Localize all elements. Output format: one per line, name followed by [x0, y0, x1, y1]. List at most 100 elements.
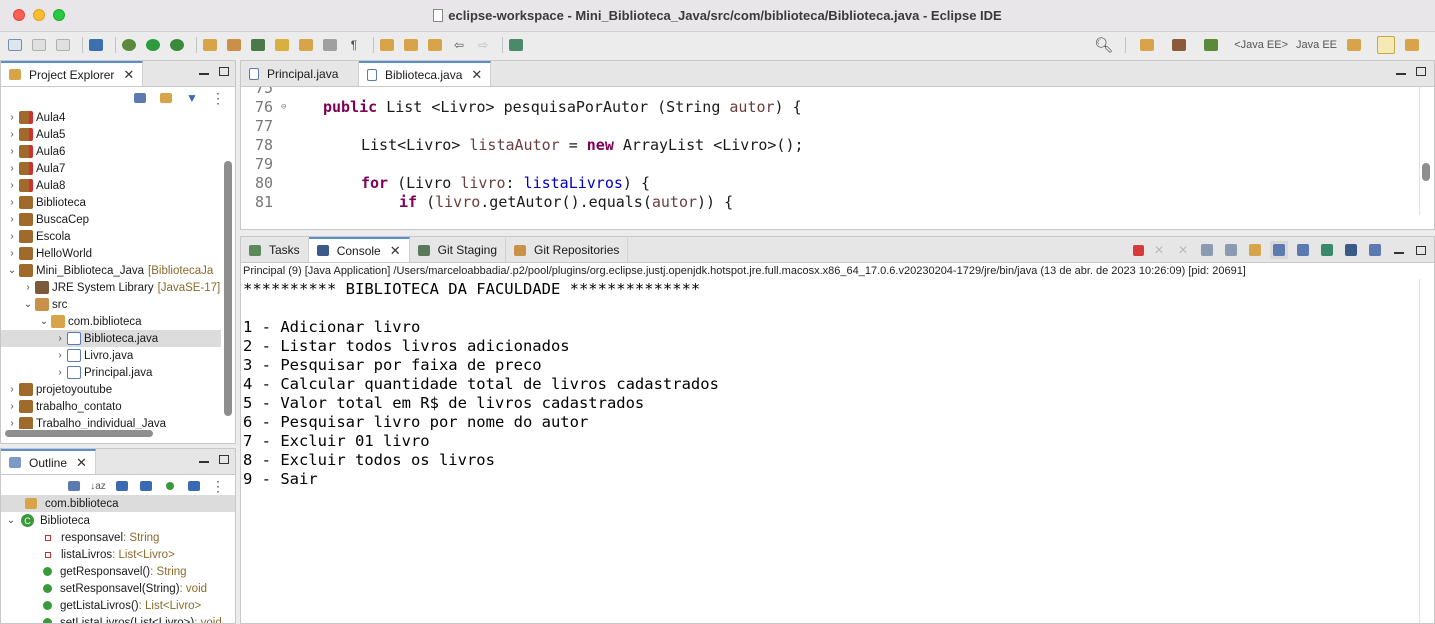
chevron-right-icon[interactable]: › — [5, 248, 19, 259]
tree-item[interactable]: › Principal.java — [1, 364, 221, 381]
chevron-down-icon[interactable]: ⌄ — [5, 265, 19, 276]
tree-item[interactable]: › Aula5 — [1, 126, 221, 143]
outline-member[interactable]: getListaLivros() : List<Livro> — [1, 597, 235, 614]
chevron-right-icon[interactable]: › — [53, 367, 67, 378]
tree-item[interactable]: › projetoyoutube — [1, 381, 221, 398]
chevron-right-icon[interactable]: › — [21, 282, 35, 293]
code-editor[interactable]: 75 76 ⊖ public List <Livro> pesquisaPorAuto… — [241, 87, 1434, 229]
perspective-java-ee-bracket[interactable]: <Java EE> — [1234, 39, 1288, 51]
clear-console-icon[interactable] — [1222, 241, 1240, 259]
close-icon[interactable]: ✕ — [123, 67, 134, 83]
chevron-right-icon[interactable]: › — [5, 214, 19, 225]
next-annotation-icon[interactable] — [378, 36, 396, 54]
chevron-right-icon[interactable]: › — [5, 146, 19, 157]
chevron-right-icon[interactable]: › — [5, 401, 19, 412]
tab-outline[interactable]: Outline ✕ — [1, 449, 96, 474]
tab-project-explorer[interactable]: Project Explorer ✕ — [1, 61, 144, 86]
chevron-right-icon[interactable]: › — [5, 231, 19, 242]
show-stdout-icon[interactable] — [1270, 241, 1288, 259]
minimize-view-icon[interactable] — [1394, 252, 1404, 254]
outline-package-row[interactable]: com.biblioteca — [1, 495, 235, 512]
open-task-icon[interactable] — [225, 36, 243, 54]
outline-member[interactable]: setResponsavel(String) : void — [1, 580, 235, 597]
search-icon[interactable]: 🔍︎ — [1094, 36, 1113, 54]
tree-item[interactable]: › Livro.java — [1, 347, 221, 364]
bottom-tab[interactable]: Git Repositories — [506, 238, 629, 262]
collapse-all-icon[interactable] — [65, 477, 83, 495]
chevron-right-icon[interactable]: › — [5, 418, 19, 429]
last-edit-icon[interactable] — [426, 36, 444, 54]
tree-item[interactable]: › Biblioteca — [1, 194, 221, 211]
tree-item[interactable]: › JRE System Library [JavaSE-17] — [1, 279, 221, 296]
chevron-right-icon[interactable]: › — [5, 180, 19, 191]
close-icon[interactable]: ✕ — [390, 243, 401, 259]
maximize-view-icon[interactable] — [219, 67, 229, 76]
close-icon[interactable]: ✕ — [471, 67, 482, 83]
chevron-down-icon[interactable]: ⌄ — [21, 299, 35, 310]
chevron-right-icon[interactable]: › — [5, 112, 19, 123]
paragraph-icon[interactable]: ¶ — [345, 36, 363, 54]
view-menu-icon[interactable]: ⋮ — [209, 477, 227, 495]
java-perspective-icon[interactable] — [1170, 36, 1188, 54]
chevron-down-icon[interactable]: ⌄ — [37, 316, 51, 327]
new-icon[interactable] — [6, 36, 24, 54]
open-perspective-icon[interactable] — [1138, 36, 1156, 54]
outline-member[interactable]: responsavel : String — [1, 529, 235, 546]
chevron-right-icon[interactable]: › — [5, 197, 19, 208]
sort-icon[interactable]: ↓az — [89, 477, 107, 495]
chevron-right-icon[interactable]: › — [5, 384, 19, 395]
tree-item[interactable]: › Aula7 — [1, 160, 221, 177]
console-output[interactable]: ********** BIBLIOTECA DA FACULDADE *****… — [243, 280, 1420, 623]
outline-member[interactable]: listaLivros : List<Livro> — [1, 546, 235, 563]
close-window-button[interactable] — [13, 9, 25, 21]
forward-icon[interactable]: ⇨ — [474, 36, 492, 54]
coverage-icon[interactable] — [168, 36, 186, 54]
maximize-view-icon[interactable] — [219, 455, 229, 464]
bottom-tab[interactable]: Git Staging — [410, 238, 506, 262]
open-type-icon[interactable] — [201, 36, 219, 54]
pin-editor-icon[interactable] — [507, 36, 525, 54]
perspective-java-ee[interactable]: Java EE — [1296, 39, 1337, 51]
bottom-tab[interactable]: Tasks — [241, 238, 309, 262]
terminate-icon[interactable] — [1133, 244, 1144, 256]
scroll-lock-icon[interactable] — [1198, 241, 1216, 259]
hide-fields-icon[interactable] — [113, 477, 131, 495]
show-whitespace-icon[interactable] — [321, 36, 339, 54]
collapse-all-icon[interactable] — [131, 89, 149, 107]
tree-item[interactable]: › trabalho_contato — [1, 398, 221, 415]
word-wrap-icon[interactable] — [1246, 241, 1264, 259]
chevron-right-icon[interactable]: › — [53, 333, 67, 344]
chevron-down-icon[interactable]: ⌄ — [1, 515, 21, 526]
view-menu-icon[interactable]: ⋮ — [209, 89, 227, 107]
pin-console-icon[interactable] — [1318, 241, 1336, 259]
debug-perspective-icon[interactable] — [1202, 36, 1220, 54]
remove-all-icon[interactable]: ✕ — [1174, 241, 1192, 259]
editor-tab[interactable]: Principal.java — [241, 62, 359, 86]
minimize-editor-icon[interactable] — [1396, 73, 1406, 75]
outline-member[interactable]: getResponsavel() : String — [1, 563, 235, 580]
chevron-right-icon[interactable]: › — [53, 350, 67, 361]
hide-nonpublic-icon[interactable] — [161, 477, 179, 495]
search-tool-icon[interactable] — [249, 36, 267, 54]
tree-item[interactable]: › Biblioteca.java — [1, 330, 221, 347]
hide-static-icon[interactable] — [137, 477, 155, 495]
remove-launch-icon[interactable]: ✕ — [1150, 241, 1168, 259]
resource-perspective-icon[interactable] — [1377, 36, 1395, 54]
tree-item[interactable]: › HelloWorld — [1, 245, 221, 262]
chevron-right-icon[interactable]: › — [5, 163, 19, 174]
chevron-right-icon[interactable]: › — [5, 129, 19, 140]
explorer-scrollbar[interactable] — [224, 161, 232, 416]
debug-icon[interactable] — [120, 36, 138, 54]
tree-item[interactable]: ⌄ Mini_Biblioteca_Java [BibliotecaJa — [1, 262, 221, 279]
close-icon[interactable]: ✕ — [76, 455, 87, 471]
minimize-view-icon[interactable] — [199, 73, 209, 75]
tree-item[interactable]: › Aula6 — [1, 143, 221, 160]
tree-item[interactable]: ⌄ src — [1, 296, 221, 313]
maximize-view-icon[interactable] — [1416, 245, 1426, 255]
outline-member[interactable]: setListaLivros(List<Livro>) : void — [1, 614, 235, 623]
display-console-icon[interactable] — [1342, 241, 1360, 259]
filter-icon[interactable]: ▼ — [183, 89, 201, 107]
open-console-icon[interactable] — [1366, 241, 1384, 259]
outline-class-row[interactable]: ⌄ C Biblioteca — [1, 512, 235, 529]
explorer-h-scrollbar[interactable] — [5, 430, 153, 437]
